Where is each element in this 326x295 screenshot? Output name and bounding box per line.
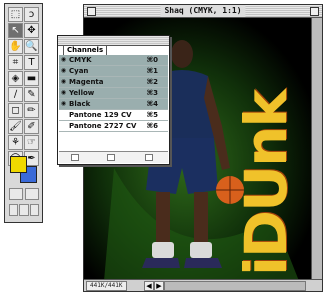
channels-palette: Channels ◉ CMYK ⌘0 ◉ Cyan ⌘1 ◉ Magenta ⌘2 ◉ Yellow… (57, 35, 170, 165)
channels-list: ◉ CMYK ⌘0 ◉ Cyan ⌘1 ◉ Magenta ⌘2 ◉ Yellow ⌘3 ◉ Black ⌘… (59, 55, 168, 132)
close-box-icon[interactable] (87, 7, 96, 16)
document-titlebar[interactable]: Shaq (CMYK, 1:1) (84, 5, 322, 18)
channel-name: Pantone 2727 CV (69, 122, 137, 130)
foreground-color-swatch[interactable] (10, 156, 27, 173)
channel-name: Magenta (69, 78, 104, 86)
eraser-tool-icon[interactable]: ◻ (8, 103, 23, 118)
mask-mode-buttons (9, 188, 39, 200)
channel-shortcut: ⌘0 (146, 56, 158, 64)
toolbox-palette: ⬚ↄ↖✥✋🔍⌗T◈▬∕✎◻✏🖌✐⚘☞◯✒ (4, 3, 43, 223)
channel-row[interactable]: ◉ Yellow ⌘3 (59, 88, 168, 99)
standard-mode-button[interactable] (9, 188, 23, 200)
eye-icon[interactable]: ◉ (60, 67, 67, 74)
line-tool-icon[interactable]: ∕ (8, 87, 23, 102)
crop-frame-tool-icon[interactable]: ⌗ (8, 55, 23, 70)
channels-palette-footer (59, 151, 168, 163)
channel-shortcut: ⌘6 (146, 122, 158, 130)
channel-shortcut: ⌘3 (146, 89, 158, 97)
full-screen-menubar-button[interactable] (19, 204, 29, 216)
hand-tool-icon[interactable]: ✋ (8, 39, 23, 54)
zoom-tool-icon[interactable]: 🔍 (24, 39, 39, 54)
marquee-tool-icon[interactable]: ⬚ (8, 7, 23, 22)
trash-icon[interactable] (145, 154, 153, 161)
channel-row[interactable]: ◉ Magenta ⌘2 (59, 77, 168, 88)
document-title: Shaq (CMYK, 1:1) (160, 5, 246, 17)
channel-name: Cyan (69, 67, 89, 75)
document-size-readout[interactable]: 441K/441K (86, 281, 127, 291)
full-screen-button[interactable] (29, 204, 39, 216)
new-channel-icon[interactable] (107, 154, 115, 161)
load-selection-icon[interactable] (71, 154, 79, 161)
crop-tool-icon[interactable]: ✥ (24, 23, 39, 38)
eye-icon[interactable]: ◉ (60, 89, 67, 96)
paintbrush-tool-icon[interactable]: ✐ (24, 119, 39, 134)
channel-shortcut: ⌘2 (146, 78, 158, 86)
pencil-tool-icon[interactable]: ✏ (24, 103, 39, 118)
channel-row[interactable]: Pantone 129 CV ⌘5 (59, 110, 168, 121)
eye-icon[interactable]: ◉ (60, 100, 67, 107)
scroll-right-arrow-icon[interactable]: ▶ (154, 281, 164, 291)
channel-row[interactable]: ◉ Cyan ⌘1 (59, 66, 168, 77)
eyedropper-tool-icon[interactable]: ✎ (24, 87, 39, 102)
channel-name: Yellow (69, 89, 95, 97)
eye-icon[interactable]: ◉ (60, 56, 67, 63)
eye-icon[interactable]: ◉ (60, 78, 67, 85)
channel-row[interactable]: Pantone 2727 CV ⌘6 (59, 121, 168, 132)
horizontal-scrollbar[interactable] (164, 281, 306, 291)
quick-mask-mode-button[interactable] (25, 188, 39, 200)
channels-tab[interactable]: Channels (63, 45, 108, 55)
type-tool-icon[interactable]: T (24, 55, 39, 70)
channel-shortcut: ⌘4 (146, 100, 158, 108)
zoom-box-icon[interactable] (310, 7, 319, 16)
color-swatches (10, 156, 38, 184)
image-title-text: iDUnk (232, 91, 300, 276)
channel-name: CMYK (69, 56, 92, 64)
vertical-scrollbar[interactable] (311, 18, 322, 281)
channel-shortcut: ⌘5 (146, 111, 158, 119)
paint-bucket-tool-icon[interactable]: ◈ (8, 71, 23, 86)
scroll-left-arrow-icon[interactable]: ◀ (144, 281, 154, 291)
airbrush-tool-icon[interactable]: 🖌 (8, 119, 23, 134)
document-status-bar: 441K/441K ◀ ▶ (84, 279, 322, 291)
smudge-tool-icon[interactable]: ☞ (24, 135, 39, 150)
tool-grid: ⬚ↄ↖✥✋🔍⌗T◈▬∕✎◻✏🖌✐⚘☞◯✒ (8, 7, 39, 166)
channel-name: Pantone 129 CV (69, 111, 132, 119)
screen-mode-buttons (9, 204, 39, 216)
move-tool-icon[interactable]: ↖ (8, 23, 23, 38)
gradient-tool-icon[interactable]: ▬ (24, 71, 39, 86)
lasso-tool-icon[interactable]: ↄ (24, 7, 39, 22)
standard-screen-button[interactable] (9, 204, 19, 216)
channel-row[interactable]: ◉ CMYK ⌘0 (59, 55, 168, 66)
channel-row[interactable]: ◉ Black ⌘4 (59, 99, 168, 110)
channel-name: Black (69, 100, 91, 108)
rubber-stamp-tool-icon[interactable]: ⚘ (8, 135, 23, 150)
channel-shortcut: ⌘1 (146, 67, 158, 75)
